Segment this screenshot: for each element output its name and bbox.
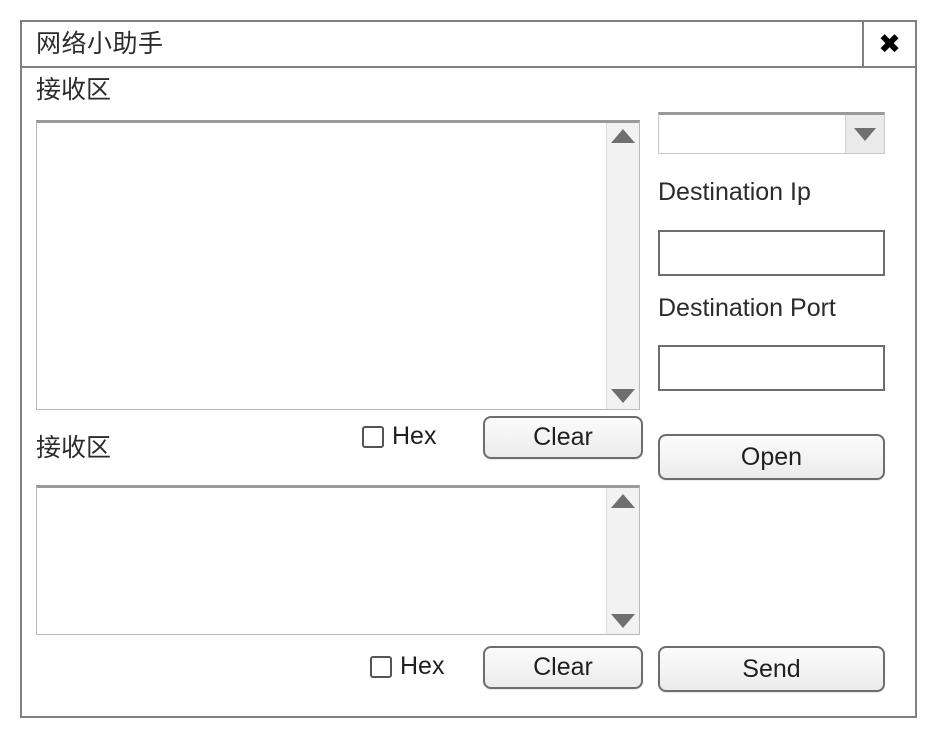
- triangle-up-icon[interactable]: [611, 129, 635, 143]
- close-icon: ✖: [878, 28, 901, 60]
- protocol-select[interactable]: [658, 112, 885, 154]
- receive-textarea-content[interactable]: [37, 123, 606, 409]
- receive-textarea[interactable]: [36, 120, 640, 410]
- destination-ip-input[interactable]: [658, 230, 885, 276]
- send-hex-checkbox[interactable]: [370, 655, 392, 678]
- window-title: 网络小助手: [36, 29, 164, 58]
- protocol-select-arrow[interactable]: [845, 115, 884, 153]
- destination-ip-label: Destination Ip: [658, 178, 811, 206]
- close-button[interactable]: ✖: [862, 22, 915, 66]
- destination-port-input[interactable]: [658, 345, 885, 391]
- send-area-label: 接收区: [36, 434, 112, 462]
- receive-scrollbar[interactable]: [606, 123, 639, 409]
- app-root: 网络小助手 ✖ 接收区 接收区 Hex Clear Hex Clear Dest…: [0, 0, 940, 742]
- chevron-down-icon: [854, 127, 876, 141]
- send-textarea[interactable]: [36, 485, 640, 635]
- send-clear-button[interactable]: Clear: [483, 646, 643, 689]
- open-button[interactable]: Open: [658, 434, 885, 480]
- destination-port-label: Destination Port: [658, 294, 836, 322]
- triangle-down-icon[interactable]: [611, 614, 635, 628]
- triangle-down-icon[interactable]: [611, 389, 635, 403]
- receive-area-label: 接收区: [36, 76, 112, 104]
- send-scrollbar[interactable]: [606, 488, 639, 634]
- application-window: 网络小助手 ✖ 接收区 接收区 Hex Clear Hex Clear Dest…: [20, 20, 917, 718]
- send-button[interactable]: Send: [658, 646, 885, 692]
- send-hex-label: Hex: [400, 652, 445, 680]
- title-bar: 网络小助手 ✖: [22, 22, 915, 68]
- protocol-select-value: [659, 115, 845, 153]
- window-body: 接收区 接收区 Hex Clear Hex Clear Destination …: [22, 68, 915, 718]
- receive-hex-checkbox[interactable]: [362, 425, 384, 448]
- receive-hex-label: Hex: [392, 422, 437, 450]
- receive-hex-checkbox-row[interactable]: Hex: [362, 424, 436, 449]
- send-hex-checkbox-row[interactable]: Hex: [370, 654, 444, 679]
- receive-clear-button[interactable]: Clear: [483, 416, 643, 459]
- triangle-up-icon[interactable]: [611, 494, 635, 508]
- send-textarea-content[interactable]: [37, 488, 606, 634]
